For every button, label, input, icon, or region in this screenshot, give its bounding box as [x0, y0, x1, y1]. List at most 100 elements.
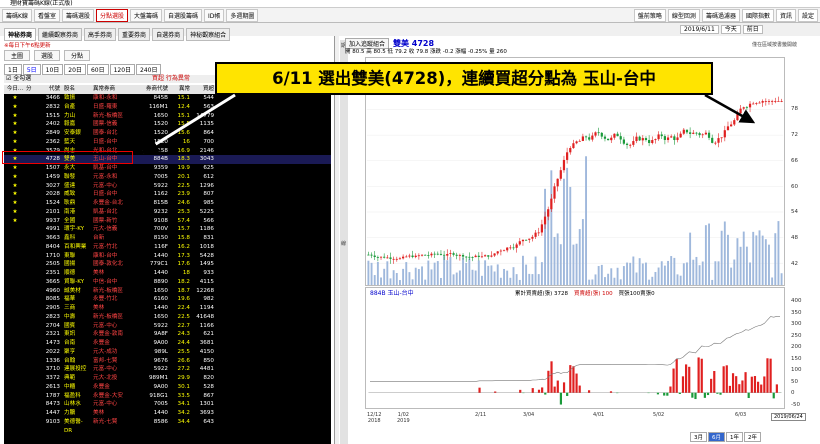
period-button[interactable]: 10日	[41, 64, 64, 75]
table-row[interactable]: ★ 1515 力山 新光-板橋區 1650 15.1 14779	[4, 112, 331, 121]
column-header[interactable]: 今日...	[4, 85, 26, 94]
table-row[interactable]: 2905 三商 美林 1440 22.4 1194	[4, 304, 331, 313]
table-row[interactable]: ★ 2101 南港 凱基-台北 9232 25.3 5225	[4, 208, 331, 217]
date-field[interactable]: 2019/6/11	[680, 25, 719, 34]
candle-body	[597, 132, 600, 134]
table-row[interactable]: 1473 台南 永豐金 9A00 24.4 3681	[4, 339, 331, 348]
table-row[interactable]: 1787 福盈科 永豐金-大安 918G1 33.5 867	[4, 392, 331, 401]
broker-tab[interactable]: 神秘券商	[4, 28, 37, 41]
broker-tab[interactable]: 自選券商	[152, 28, 185, 41]
toolbar-tab[interactable]: 多週期圖	[226, 8, 259, 22]
period-button[interactable]: 5日	[22, 64, 41, 75]
table-cell: 15.1	[177, 112, 190, 119]
period-button[interactable]: 240日	[136, 64, 162, 75]
toolbar-button[interactable]: 籌碼過濾器	[701, 8, 740, 22]
candle-body	[692, 132, 695, 134]
table-row[interactable]: ★ 2362 藍天 日盛-台中 1520 16 700	[4, 138, 331, 147]
column-header[interactable]: 買超	[190, 85, 214, 94]
table-row[interactable]: ★ 2402 毅嘉 國票-信義 1520 15.5 1135	[4, 120, 331, 129]
table-row[interactable]: 9103 美德醫-DR 新光-七賢 8586 34.4 643	[4, 418, 331, 434]
table-cell: 17.6	[177, 261, 190, 268]
range-button[interactable]: 2年	[744, 432, 761, 442]
broker-tab[interactable]: 重要券商	[118, 28, 151, 41]
table-row[interactable]: 3710 連展投控 元富-中心 5922 27.2 4481	[4, 365, 331, 374]
volume-bar	[717, 261, 720, 285]
update-notice: ※每日下午6點更新	[4, 43, 51, 49]
table-cell: 7005	[153, 401, 168, 408]
table-cell: 24.3	[177, 331, 190, 338]
toolbar-tab[interactable]: 自選股籌碼	[164, 8, 203, 22]
candle-body	[471, 256, 474, 258]
table-row[interactable]: 8404 百和興業 元富-竹北 116F 16.2 1018	[4, 243, 331, 252]
range-button[interactable]: 1年	[726, 432, 743, 442]
table-row[interactable]: ★ 9937 全國 國票-新竹 9108 57.4 566	[4, 217, 331, 226]
table-cell: 美林	[93, 305, 105, 311]
toolbar-button[interactable]: 資訊	[775, 8, 796, 22]
table-row[interactable]: 1710 東聯 康和-台中 1440 17.3 5428	[4, 252, 331, 261]
table-row[interactable]: 1336 台翰 富邦-七賢 9676 26.6 850	[4, 357, 331, 366]
toolbar-tab[interactable]: 籌碼K線	[2, 8, 32, 22]
volume-chart[interactable]	[365, 287, 785, 409]
toolbar-button[interactable]: 線型回測	[667, 8, 700, 22]
toolbar-button[interactable]: 設定	[797, 8, 818, 22]
table-row[interactable]: 4991 環宇-KY 元大-信義 700V 15.7 1186	[4, 225, 331, 234]
candle-body	[499, 250, 502, 252]
table-row[interactable]: 2704 國賓 元富-中心 5922 22.7 1166	[4, 322, 331, 331]
table-row[interactable]: 8473 山林水 元富-中心 7005 34.1 1301	[4, 400, 331, 409]
table-row[interactable]: 3665 貿聯-KY 中信-台中 8890 18.2 4115	[4, 278, 331, 287]
toolbar-button[interactable]: 盤前策略	[633, 8, 666, 22]
period-button[interactable]: 20日	[64, 64, 86, 75]
broker-tab[interactable]: 繼續觀察券商	[38, 28, 83, 41]
volume-bar	[499, 277, 502, 285]
table-row[interactable]: 1447 力鵬 美林 1440 34.2 3693	[4, 409, 331, 418]
broker-tab[interactable]: 高手券商	[84, 28, 117, 41]
table-row[interactable]: 2022 聚亨 元大-成功 989L 25.5 4150	[4, 348, 331, 357]
range-button[interactable]: 6月	[708, 432, 725, 442]
toolbar-tab[interactable]: 看盤室	[33, 8, 60, 22]
table-row[interactable]: 3663 鑫科 台新 8150 15.8 831	[4, 234, 331, 243]
table-row[interactable]: ★ 1459 聯發 元富-永和 7005 20.1 612	[4, 173, 331, 182]
previous-day-button[interactable]: 前日	[742, 25, 763, 34]
toolbar-tab[interactable]: 分點選股	[95, 8, 128, 22]
column-header[interactable]: 異常(%)	[170, 85, 190, 101]
select-all-checkbox[interactable]: ☑ 全勾選	[6, 75, 31, 82]
range-button[interactable]: 3月	[690, 432, 707, 442]
toolbar-tab[interactable]: 籌碼選股	[61, 8, 94, 22]
column-header[interactable]: 異常券商	[90, 85, 136, 94]
table-row[interactable]: ★ 3466 致振 康和-永和 845B 15.1 544	[4, 94, 331, 103]
table-row[interactable]: 2505 國揚 國泰-敦化北 779C1 17.6 1495	[4, 260, 331, 269]
table-row[interactable]: ★ 1524 耿鼎 永豐金-台北 815B 24.6 985	[4, 199, 331, 208]
table-row[interactable]: ★ 1507 永大 凱基-台中 9359 19.9 625	[4, 164, 331, 173]
column-header[interactable]: 分	[26, 85, 40, 94]
sub-button[interactable]: 選股	[34, 50, 61, 61]
broker-tab[interactable]: 神秘觀察組合	[186, 28, 231, 41]
sub-button[interactable]: 分點	[64, 50, 91, 61]
sub-button[interactable]: 主圖	[4, 50, 31, 61]
table-row[interactable]: 2823 中壽 新光-板橋區 1650 22.5 41648	[4, 313, 331, 322]
toolbar-tab[interactable]: 大盤籌碼	[129, 8, 162, 22]
toolbar-button[interactable]: 國際指數	[741, 8, 774, 22]
table-row[interactable]: ★ 2849 安泰銀 國泰-台北 1520 15.6 864	[4, 129, 331, 138]
table-row[interactable]: ★ 2028 威致 日盛-台中 1162 23.9 807	[4, 190, 331, 199]
net-buy-bar	[713, 371, 716, 393]
table-row[interactable]: 8085 福華 永豐-竹北 6160 19.6 982	[4, 295, 331, 304]
period-button[interactable]: 60日	[86, 64, 109, 75]
column-header[interactable]: 股名	[62, 85, 90, 94]
toolbar-tab[interactable]: ID帳	[204, 8, 225, 22]
table-row[interactable]: ★ 2832 台產 日盛-羅東 116M1 12.4 563	[4, 103, 331, 112]
column-header[interactable]: 券商代號	[136, 85, 170, 94]
period-button[interactable]: 120日	[109, 64, 136, 75]
table-row[interactable]: 2351 順德 美林 1440 18 933	[4, 269, 331, 278]
table-row[interactable]: ★ 3027 盛達 元富-中心 5922 22.5 1296	[4, 182, 331, 191]
table-row[interactable]: 2321 東訊 永豐金-敦南 9A8F 24.3 621	[4, 330, 331, 339]
table-row[interactable]: 3372 典範 元大-北投 989M1 29.9 820	[4, 374, 331, 383]
table-row[interactable]: 4960 誠美材 新光-板橋區 1650 18.7 12268	[4, 287, 331, 296]
table-cell: 8890	[153, 278, 168, 285]
table-row[interactable]: 2613 中櫃 永豐金 9A00 30.1 528	[4, 383, 331, 392]
period-button[interactable]: 1日	[4, 64, 22, 75]
column-header[interactable]: 代號	[40, 85, 62, 94]
net-buy-bar	[544, 392, 547, 395]
today-button[interactable]: 今天	[720, 25, 741, 34]
volume-bar	[673, 257, 676, 285]
table-cell: 美林	[93, 270, 105, 276]
